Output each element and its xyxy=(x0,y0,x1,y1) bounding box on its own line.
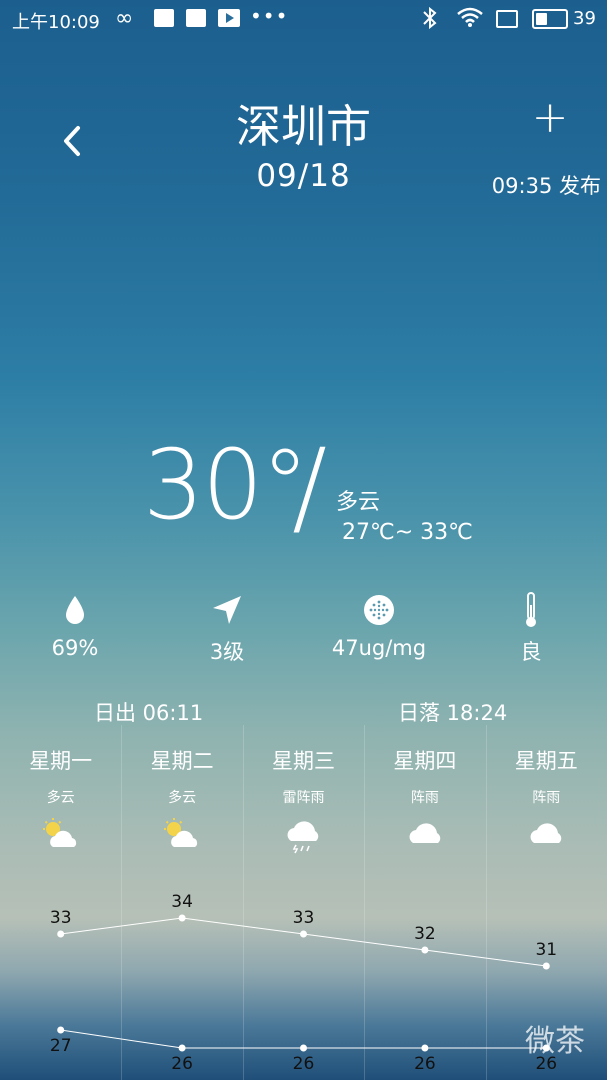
humidity-value: 69% xyxy=(51,636,99,660)
forecast-high-label: 33 xyxy=(292,908,315,928)
forecast-panel: 星期一多云 33 27 星期二多云 34 26 星期三雷阵雨 33 26 星期四阵雨 32 26 星期五… xyxy=(0,725,607,1080)
wind-value: 3级 xyxy=(209,640,245,664)
wind-direction-icon xyxy=(167,590,287,630)
forecast-condition: 多云 xyxy=(46,790,75,806)
news-icon xyxy=(186,9,206,27)
forecast-condition: 多云 xyxy=(168,790,197,806)
forecast-low-label: 26 xyxy=(414,1054,436,1074)
watermark-text: 微茶 xyxy=(525,1024,585,1059)
forecast-day-name: 星期五 xyxy=(514,749,578,773)
screen-icon xyxy=(496,10,518,28)
status-bar: 上午10:09 ∞ ••• 39 xyxy=(0,0,607,38)
watermark: 微茶 xyxy=(525,1016,585,1060)
forecast-divider xyxy=(485,725,487,1080)
current-condition: 多云 xyxy=(336,490,381,515)
city-title: 深圳市 xyxy=(235,100,371,153)
forecast-high-label: 31 xyxy=(535,940,558,960)
forecast-low-label: 27 xyxy=(49,1036,72,1056)
temperature-divider: / xyxy=(292,426,328,548)
forecast-day: 星期四阵雨 32 26 xyxy=(364,725,485,1080)
partly-cloudy-icon xyxy=(121,817,242,857)
video-icon xyxy=(218,9,240,32)
forecast-day: 星期一多云 33 27 xyxy=(0,725,121,1080)
forecast-high-label: 34 xyxy=(171,892,193,912)
pm-stat: 47ug/mg xyxy=(319,590,439,660)
forecast-day: 星期二多云 34 26 xyxy=(121,725,242,1080)
forecast-condition: 雷阵雨 xyxy=(282,790,325,806)
sunrise-time: 日出 06:11 xyxy=(94,701,204,725)
current-temperature: 30° xyxy=(143,429,309,541)
forecast-day-name: 星期三 xyxy=(271,749,335,773)
thunderstorm-icon xyxy=(243,817,364,857)
forecast-low-label: 26 xyxy=(292,1054,315,1074)
add-city-button[interactable]: + xyxy=(530,96,570,140)
wifi-icon xyxy=(456,6,484,33)
forecast-day: 星期三雷阵雨 33 26 xyxy=(243,725,364,1080)
temperature-range: 27℃~ 33℃ xyxy=(342,520,473,545)
forecast-day-name: 星期一 xyxy=(29,749,93,773)
app-icon xyxy=(154,9,174,27)
cloud-icon xyxy=(486,817,607,857)
forecast-divider xyxy=(364,725,366,1080)
forecast-condition: 阵雨 xyxy=(532,790,561,806)
sunset-time: 日落 18:24 xyxy=(398,701,508,725)
status-time: 上午10:09 xyxy=(12,12,100,33)
pm-value: 47ug/mg xyxy=(331,636,427,660)
cloud-icon xyxy=(364,817,485,857)
battery-level: 39 xyxy=(573,8,596,29)
partly-cloudy-icon xyxy=(0,817,121,857)
bluetooth-icon xyxy=(421,6,439,35)
forecast-day-name: 星期二 xyxy=(150,749,214,773)
forecast-high-label: 33 xyxy=(49,908,72,928)
battery-fill xyxy=(536,13,547,25)
air-quality-value: 良 xyxy=(520,640,542,664)
publish-time: 09:35 发布 xyxy=(491,174,601,198)
humidity-icon xyxy=(15,590,135,630)
infinity-icon: ∞ xyxy=(115,6,134,31)
forecast-divider xyxy=(121,725,123,1080)
forecast-high-label: 32 xyxy=(414,924,436,944)
pm-icon xyxy=(319,590,439,630)
forecast-divider xyxy=(242,725,244,1080)
forecast-condition: 阵雨 xyxy=(410,790,439,806)
more-dots-icon: ••• xyxy=(250,4,289,28)
forecast-day-name: 星期四 xyxy=(393,749,457,773)
thermometer-icon xyxy=(471,590,591,630)
humidity-stat: 69% xyxy=(15,590,135,660)
wind-stat: 3级 xyxy=(167,590,287,666)
forecast-low-label: 26 xyxy=(171,1054,193,1074)
air-quality-stat: 良 xyxy=(471,590,591,666)
battery-icon xyxy=(532,9,568,29)
